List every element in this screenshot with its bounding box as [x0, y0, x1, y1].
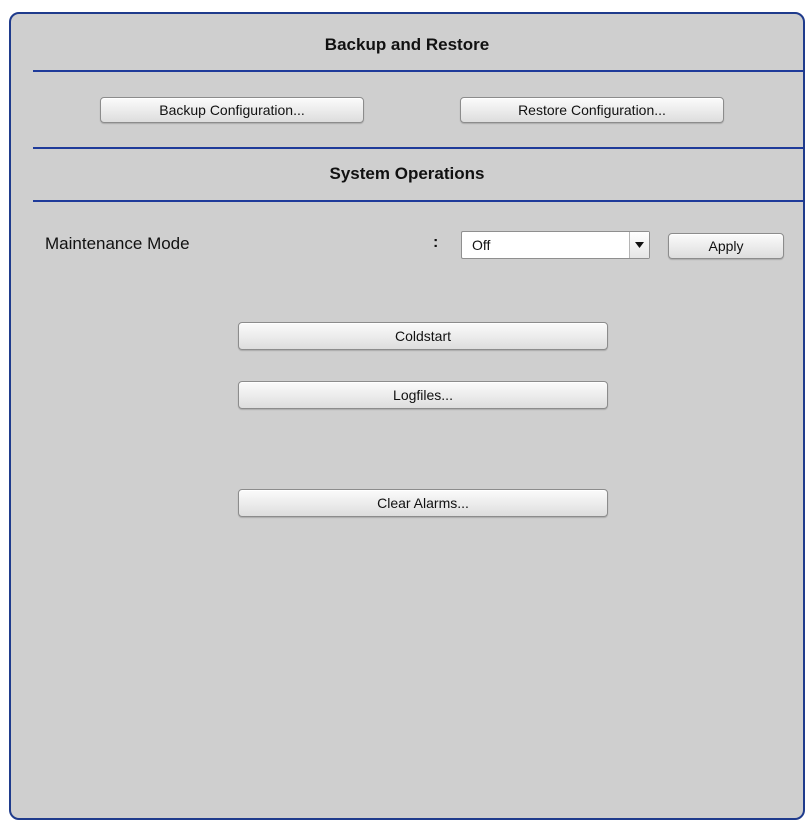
maintenance-mode-select[interactable]: Off [461, 231, 650, 259]
maintenance-mode-value: Off [472, 237, 491, 253]
chevron-down-icon[interactable] [629, 232, 649, 258]
coldstart-button[interactable]: Coldstart [238, 322, 608, 350]
maintenance-mode-label: Maintenance Mode [45, 234, 190, 253]
divider [33, 70, 803, 72]
restore-configuration-button[interactable]: Restore Configuration... [460, 97, 724, 123]
backup-configuration-button[interactable]: Backup Configuration... [100, 97, 364, 123]
system-operations-heading: System Operations [329, 164, 485, 183]
apply-button[interactable]: Apply [668, 233, 784, 259]
backup-restore-heading: Backup and Restore [324, 35, 490, 54]
field-separator: : [433, 234, 439, 251]
clear-alarms-button[interactable]: Clear Alarms... [238, 489, 608, 517]
divider [33, 200, 803, 202]
divider [33, 147, 803, 149]
logfiles-button[interactable]: Logfiles... [238, 381, 608, 409]
settings-panel: Backup and Restore Backup Configuration.… [9, 12, 805, 820]
